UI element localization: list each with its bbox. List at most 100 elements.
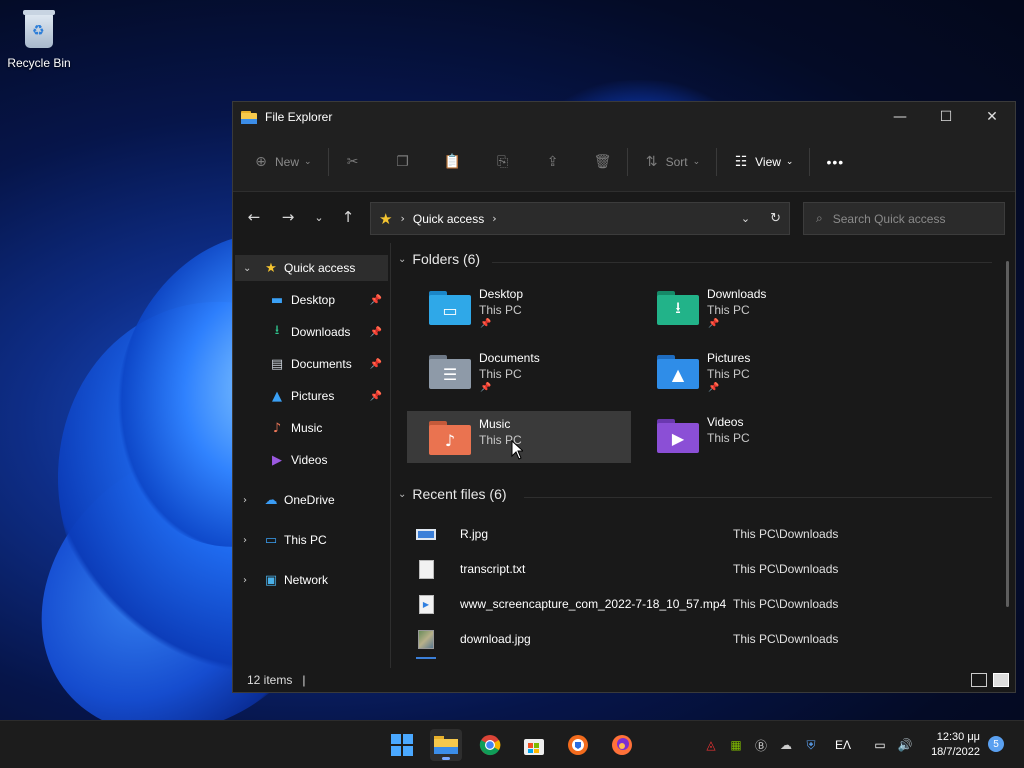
- chevron-down-icon[interactable]: ⌄: [243, 263, 251, 274]
- up-button[interactable]: ↑: [333, 202, 363, 232]
- cut-button[interactable]: ✂: [339, 146, 367, 178]
- recent-file-row-partial[interactable]: [416, 657, 996, 668]
- security-shield-icon[interactable]: ⛨: [802, 736, 820, 754]
- file-explorer-icon: [241, 110, 259, 124]
- recent-file-row[interactable]: download.jpg This PC\Downloads: [416, 624, 996, 654]
- sidebar-item-quick-access[interactable]: ⌄ ★ Quick access: [235, 255, 388, 281]
- onedrive-offline-icon[interactable]: ☁: [777, 736, 795, 754]
- sidebar-item-desktop[interactable]: ▬ Desktop 📌: [235, 287, 388, 313]
- chevron-right-icon[interactable]: ›: [492, 212, 496, 225]
- vertical-scrollbar[interactable]: [1006, 261, 1009, 607]
- sidebar-item-downloads[interactable]: ⭳ Downloads 📌: [235, 319, 388, 345]
- rename-icon: ⎘: [496, 153, 509, 170]
- recent-file-row[interactable]: R.jpg This PC\Downloads: [416, 519, 996, 549]
- view-button[interactable]: ☷ View ⌄: [727, 146, 799, 178]
- clock[interactable]: 12:30 μμ 18/7/2022: [931, 730, 980, 760]
- delete-button[interactable]: 🗑: [589, 146, 617, 178]
- network-icon: ▣: [264, 572, 278, 588]
- copy-button[interactable]: ❐: [389, 146, 417, 178]
- sidebar-item-music[interactable]: ♪ Music: [235, 415, 388, 441]
- item-count: 12 items: [247, 673, 293, 687]
- network-status-icon[interactable]: ▭: [871, 736, 889, 754]
- folders-section-header[interactable]: ⌄ Folders (6): [398, 251, 480, 267]
- toolbar-divider: [626, 147, 628, 176]
- forward-button[interactable]: →: [271, 202, 305, 232]
- recent-section-header[interactable]: ⌄ Recent files (6): [398, 486, 507, 502]
- input-language[interactable]: ΕΛ: [835, 738, 851, 752]
- image-file-icon: [416, 629, 436, 649]
- sidebar-item-documents[interactable]: ▤ Documents 📌: [235, 351, 388, 377]
- folder-location: This PC: [707, 367, 750, 381]
- rename-button[interactable]: ⎘: [489, 146, 517, 178]
- chevron-down-icon: ⌄: [785, 156, 794, 167]
- copy-icon: ❐: [396, 153, 409, 170]
- share-button[interactable]: ⇪: [539, 146, 567, 178]
- breadcrumb-quick-access[interactable]: Quick access: [413, 212, 484, 226]
- tiles-view-toggle[interactable]: [993, 673, 1009, 687]
- start-button[interactable]: [386, 729, 418, 761]
- search-box[interactable]: ⌕: [803, 202, 1005, 235]
- sort-button[interactable]: ⇅ Sort ⌄: [638, 146, 707, 178]
- address-history-button[interactable]: ⌄: [741, 211, 750, 226]
- chevron-right-icon[interactable]: ›: [243, 495, 247, 506]
- recent-file-row[interactable]: transcript.txt This PC\Downloads: [416, 554, 996, 584]
- sidebar-item-onedrive[interactable]: › ☁ OneDrive: [235, 487, 388, 513]
- paste-icon: 📋: [443, 153, 462, 170]
- taskbar-brave[interactable]: [562, 729, 594, 761]
- refresh-button[interactable]: ↻: [770, 211, 781, 226]
- app-tray-icon[interactable]: ▦: [727, 736, 745, 754]
- sidebar-item-label: Quick access: [284, 261, 356, 275]
- sidebar-item-network[interactable]: › ▣ Network: [235, 567, 388, 593]
- cut-icon: ✂: [346, 153, 359, 170]
- details-view-toggle[interactable]: [971, 673, 987, 687]
- pc-icon: ▭: [264, 532, 278, 548]
- folder-tile-pictures[interactable]: ▲ Pictures This PC 📌: [635, 345, 859, 397]
- sidebar-item-videos[interactable]: ▶ Videos: [235, 447, 388, 473]
- more-options-button[interactable]: •••: [820, 146, 850, 178]
- recycle-bin-label: Recycle Bin: [7, 56, 71, 70]
- paste-button[interactable]: 📋: [439, 146, 467, 178]
- recycle-bin-desktop-icon[interactable]: ♻ Recycle Bin: [6, 8, 72, 70]
- sidebar-item-label: OneDrive: [284, 493, 335, 507]
- taskbar-chrome[interactable]: [474, 729, 506, 761]
- firefox-icon: [612, 735, 632, 755]
- file-location: This PC\Downloads: [733, 632, 839, 646]
- folder-tile-downloads[interactable]: ⭳ Downloads This PC 📌: [635, 281, 859, 333]
- maximize-button[interactable]: ☐: [923, 102, 969, 132]
- recent-locations-button[interactable]: ⌄: [305, 202, 333, 232]
- section-divider: [524, 497, 992, 498]
- folder-tile-desktop[interactable]: ▭ Desktop This PC 📌: [407, 281, 631, 333]
- folder-name: Pictures: [707, 351, 751, 365]
- star-icon: ★: [379, 209, 393, 228]
- notification-badge[interactable]: 5: [988, 736, 1004, 752]
- sidebar-item-label: Desktop: [291, 293, 336, 307]
- new-button[interactable]: ⊕ New ⌄: [247, 146, 318, 178]
- volume-icon[interactable]: 🔊: [896, 736, 914, 754]
- chevron-down-icon: ⌄: [398, 488, 407, 500]
- taskbar-file-explorer[interactable]: [430, 729, 462, 761]
- back-button[interactable]: ←: [237, 202, 271, 232]
- folder-tile-videos[interactable]: ▶ Videos This PC: [635, 409, 859, 461]
- recent-file-row[interactable]: ▶ www_screencapture_com_2022-7-18_10_57.…: [416, 589, 996, 619]
- b-tray-icon[interactable]: Ⓑ: [752, 736, 770, 754]
- arrow-up-icon: ↑: [341, 208, 355, 226]
- sidebar-item-pictures[interactable]: ▲ Pictures 📌: [235, 383, 388, 409]
- title-bar[interactable]: File Explorer — ☐ ✕: [233, 102, 1015, 132]
- folder-name: Desktop: [479, 287, 524, 301]
- close-button[interactable]: ✕: [969, 102, 1015, 132]
- pin-icon: 📌: [369, 326, 382, 338]
- chevron-right-icon[interactable]: ›: [243, 535, 247, 546]
- chevron-right-icon[interactable]: ›: [243, 575, 247, 586]
- minimize-button[interactable]: —: [877, 102, 923, 132]
- file-location: This PC\Downloads: [733, 562, 839, 576]
- taskbar-store[interactable]: [518, 729, 550, 761]
- taskbar-firefox[interactable]: [606, 729, 638, 761]
- sidebar-item-this-pc[interactable]: › ▭ This PC: [235, 527, 388, 553]
- pin-icon: 📌: [369, 358, 382, 370]
- window-title: File Explorer: [265, 110, 333, 124]
- antivirus-icon[interactable]: ◬: [702, 736, 720, 754]
- address-bar[interactable]: ★ › Quick access › ⌄ ↻: [370, 202, 790, 235]
- file-name: www_screencapture_com_2022-7-18_10_57.mp…: [460, 597, 727, 611]
- folder-tile-documents[interactable]: ☰ Documents This PC 📌: [407, 345, 631, 397]
- search-input[interactable]: [832, 211, 983, 226]
